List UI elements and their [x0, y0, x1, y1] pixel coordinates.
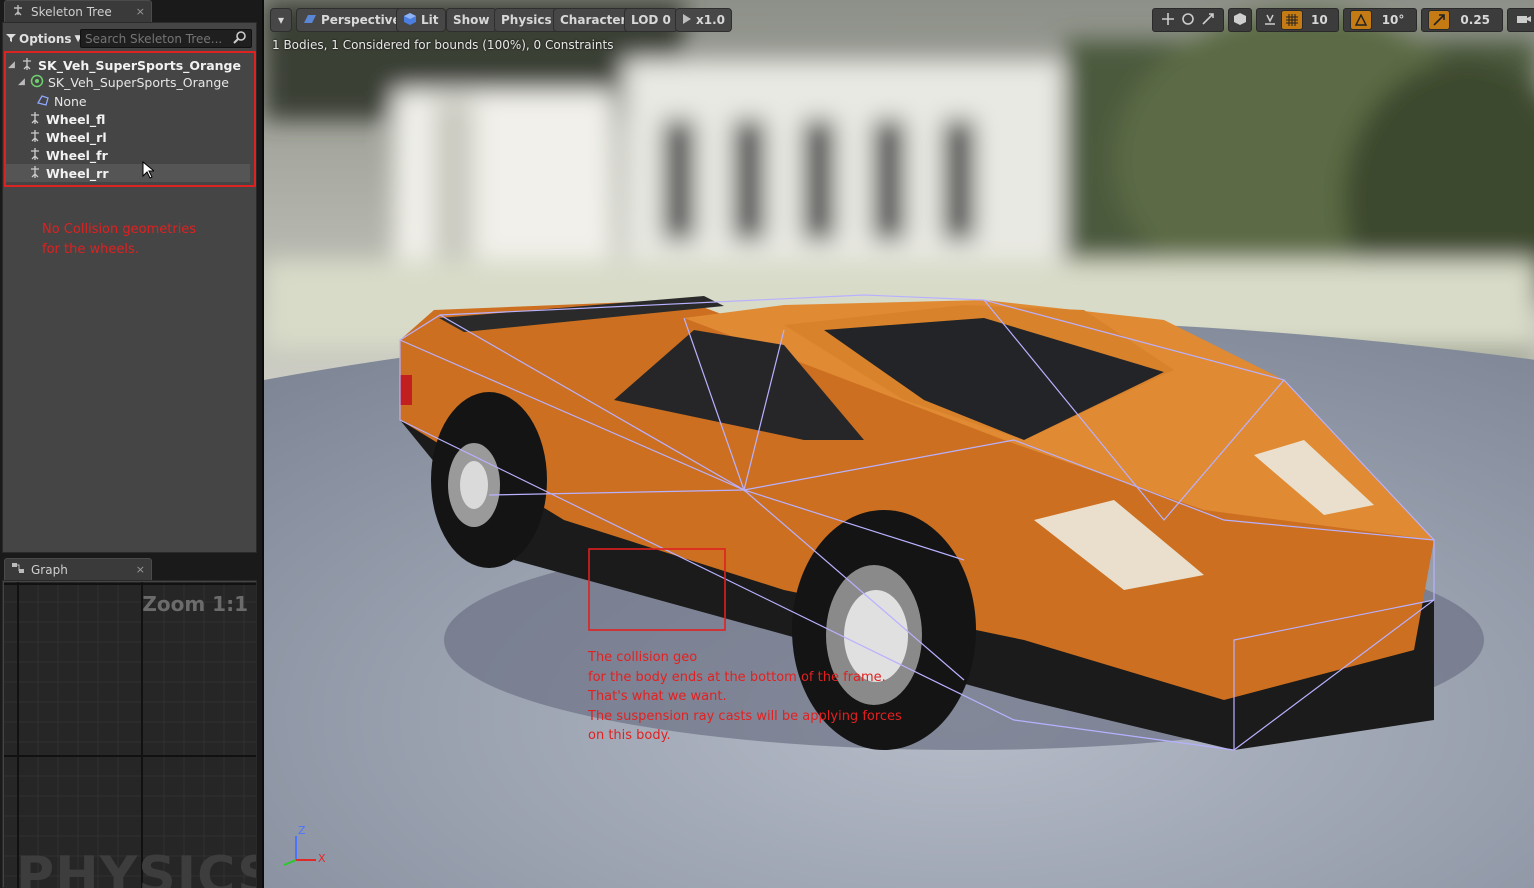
tree-row-label: None	[54, 93, 87, 109]
camera-speed-button[interactable]: 4	[1507, 8, 1534, 32]
cube-icon	[1233, 12, 1247, 29]
close-icon[interactable]: ×	[136, 563, 145, 576]
axis-x-label: X	[318, 852, 326, 865]
tree-row-wheel-rl[interactable]: Wheel_rl	[28, 128, 107, 146]
tab-skeleton-tree[interactable]: Skeleton Tree ×	[4, 0, 152, 22]
lod-button[interactable]: LOD 0	[624, 8, 678, 32]
lit-button[interactable]: Lit	[396, 8, 446, 32]
options-label: Options	[19, 32, 72, 46]
mouse-cursor-icon	[142, 160, 156, 183]
perspective-label: Perspective	[321, 13, 401, 27]
tree-row-label: Wheel_rl	[46, 129, 107, 145]
transform-modes-group	[1152, 8, 1224, 32]
axis-z-label: Z	[298, 824, 306, 837]
camera-icon	[1516, 13, 1532, 28]
lod-label: LOD 0	[631, 13, 671, 27]
tree-row-wheel-fr[interactable]: Wheel_fr	[28, 146, 108, 164]
note-line: No Collision geometries	[42, 222, 197, 237]
note-line: for the body ends at the bottom of the f…	[588, 669, 886, 685]
collision-geo-note: The collision geo for the body ends at t…	[588, 648, 902, 746]
physics-label: Physics	[501, 13, 552, 27]
graph-icon	[11, 561, 25, 578]
collision-shape-icon	[36, 93, 50, 110]
tree-row-label: SK_Veh_SuperSports_Orange	[48, 74, 229, 90]
transform-toolbar: 10 10° 0.25 4	[1152, 8, 1534, 32]
play-icon	[682, 13, 692, 28]
physics-watermark: PHYSICS	[16, 846, 256, 888]
graph-grid	[4, 582, 256, 888]
grid-snap-value: 10	[1311, 13, 1328, 27]
axis-gizmo: Z X	[278, 824, 328, 872]
note-line: The suspension ray casts will be applyin…	[588, 708, 902, 724]
character-button[interactable]: Character	[553, 8, 634, 32]
world-local-button[interactable]	[1228, 8, 1252, 32]
wheels-collision-note: No Collision geometries for the wheels.	[42, 220, 196, 260]
physics-button[interactable]: Physics	[494, 8, 559, 32]
graph-canvas[interactable]: Zoom 1:1 PHYSICS	[4, 582, 256, 888]
rotation-snap-group[interactable]: 10°	[1342, 8, 1418, 32]
zoom-level: Zoom 1:1	[142, 592, 248, 616]
note-line: The collision geo	[588, 650, 698, 665]
speed-label: x1.0	[696, 13, 725, 27]
scale-snap-icon[interactable]	[1428, 10, 1451, 30]
mesh-body-icon	[30, 74, 44, 91]
perspective-button[interactable]: Perspective	[296, 8, 408, 32]
search-icon[interactable]	[233, 30, 247, 47]
chevron-down-icon: ▾	[277, 13, 285, 27]
tree-row-label: Wheel_fr	[46, 147, 108, 163]
scale-icon[interactable]	[1201, 12, 1215, 29]
tab-label: Skeleton Tree	[31, 4, 112, 19]
bone-icon	[28, 111, 42, 128]
move-icon[interactable]	[1161, 12, 1175, 29]
search-field[interactable]	[80, 29, 252, 48]
left-column: Skeleton Tree × Options ▼ ◢ SK_Ve	[0, 0, 262, 888]
bone-icon	[28, 147, 42, 164]
bone-icon	[20, 57, 34, 74]
bone-icon	[28, 129, 42, 146]
note-line: That's what we want.	[588, 689, 727, 704]
tree-row-label: Wheel_rr	[46, 165, 109, 181]
options-button[interactable]: Options ▼	[6, 30, 82, 48]
search-input[interactable]	[85, 31, 225, 46]
skeleton-tree-icon	[11, 3, 25, 20]
surface-snap-icon	[1263, 12, 1277, 29]
viewport[interactable]: ▾ Perspective Lit Show Physics Character…	[262, 0, 1534, 888]
tree-row-none[interactable]: None	[36, 92, 87, 110]
grid-snap-icon[interactable]	[1281, 10, 1303, 30]
tree-row-label: SK_Veh_SuperSports_Orange	[38, 57, 241, 73]
lit-label: Lit	[421, 13, 439, 27]
playback-speed-button[interactable]: x1.0	[675, 8, 732, 32]
tree-row-wheel-fl[interactable]: Wheel_fl	[28, 110, 105, 128]
close-icon[interactable]: ×	[136, 5, 145, 18]
show-label: Show	[453, 13, 490, 27]
viewport-menu-button[interactable]: ▾	[270, 8, 292, 32]
note-line: for the wheels.	[42, 242, 139, 257]
tree-row-root[interactable]: ◢ SK_Veh_SuperSports_Orange	[8, 56, 241, 74]
tree-row-wheel-rr[interactable]: Wheel_rr	[6, 164, 250, 182]
editor-window: Skeleton Tree × Options ▼ ◢ SK_Ve	[0, 0, 1534, 888]
rotate-icon[interactable]	[1181, 12, 1195, 29]
rotation-snap-value: 10°	[1381, 13, 1405, 27]
expand-arrow-icon[interactable]: ◢	[8, 60, 16, 70]
character-label: Character	[560, 13, 627, 27]
tab-label: Graph	[31, 562, 68, 577]
grid-snap-group[interactable]: 10	[1256, 8, 1339, 32]
bone-icon	[28, 165, 42, 182]
scale-snap-group[interactable]: 0.25	[1421, 8, 1504, 32]
perspective-icon	[303, 13, 317, 28]
tree-row-label: Wheel_fl	[46, 111, 106, 127]
show-button[interactable]: Show	[446, 8, 497, 32]
expand-arrow-icon[interactable]: ◢	[18, 77, 26, 87]
tree-row-mesh[interactable]: ◢ SK_Veh_SuperSports_Orange	[18, 73, 229, 91]
lit-cube-icon	[403, 12, 417, 29]
scale-snap-value: 0.25	[1460, 13, 1491, 27]
filter-icon	[6, 32, 16, 46]
skeleton-tree-highlight: ◢ SK_Veh_SuperSports_Orange ◢ SK_Veh_Sup…	[4, 51, 256, 187]
tab-graph[interactable]: Graph ×	[4, 558, 152, 580]
note-line: on this body.	[588, 728, 671, 743]
viewport-scene	[264, 0, 1534, 888]
rotation-snap-icon[interactable]	[1349, 10, 1372, 30]
physics-status-text: 1 Bodies, 1 Considered for bounds (100%)…	[272, 38, 614, 52]
